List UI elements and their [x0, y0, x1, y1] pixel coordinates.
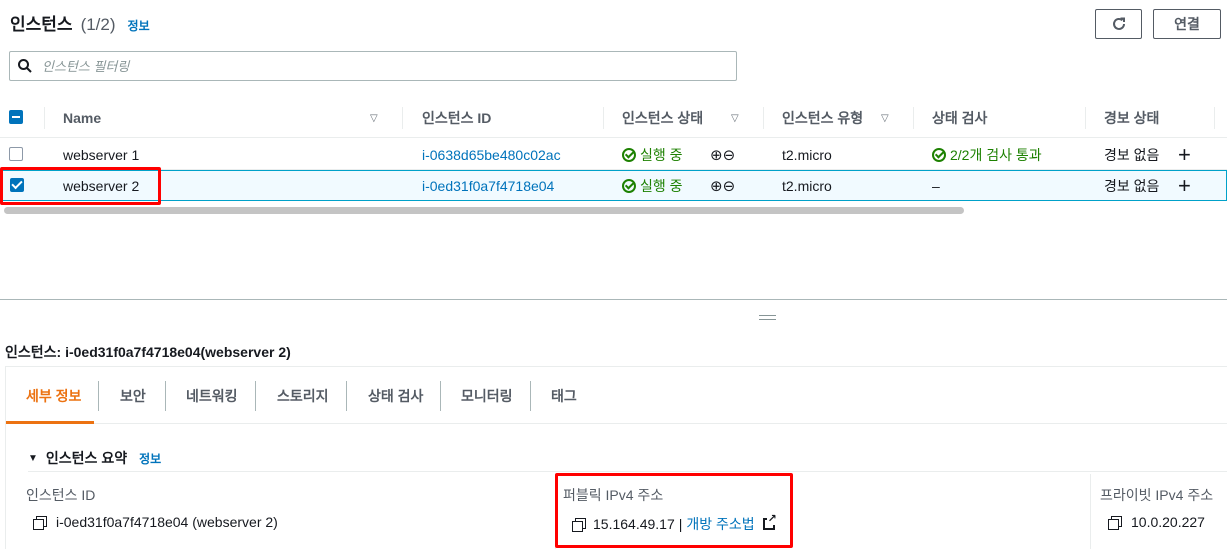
- instance-state-text: 실행 중: [640, 146, 683, 163]
- instances-panel: 인스턴스 (1/2) 정보 연결 Name ▽ 인스턴스 ID 인스턴스 상태 …: [0, 0, 1227, 300]
- table-row-selected[interactable]: webserver 2 i-0ed31f0a7f4718e04 실행 중 ⊕ ⊖ …: [0, 170, 1227, 201]
- copy-icon[interactable]: [33, 515, 47, 530]
- summary-divider: [28, 471, 1227, 472]
- refresh-icon: [1112, 17, 1125, 30]
- open-address-link[interactable]: 개방 주소법: [686, 514, 754, 534]
- column-divider: [1090, 474, 1091, 549]
- col-header-instance-type[interactable]: 인스턴스 유형: [782, 98, 863, 138]
- status-check-text: 2/2개 검사 통과: [950, 146, 1042, 163]
- public-ip-field: 15.164.49.17 | 개방 주소법: [572, 513, 777, 534]
- selection-count: (1/2): [80, 15, 116, 34]
- copy-icon[interactable]: [572, 517, 586, 532]
- tab-status-checks[interactable]: 상태 검사: [368, 381, 423, 411]
- alarm-status: 경보 없음: [1104, 177, 1160, 194]
- row-checkbox[interactable]: [10, 178, 24, 192]
- instance-id-link[interactable]: i-0638d65be480c02ac: [422, 139, 561, 170]
- info-link[interactable]: 정보: [128, 17, 150, 34]
- instance-name: webserver 2: [63, 177, 140, 194]
- column-divider: [402, 107, 403, 129]
- zoom-out-icon[interactable]: ⊖: [723, 177, 736, 195]
- tab-monitoring[interactable]: 모니터링: [461, 381, 513, 411]
- tab-details[interactable]: 세부 정보: [26, 381, 81, 411]
- col-header-instance-id[interactable]: 인스턴스 ID: [422, 98, 491, 138]
- horizontal-scrollbar[interactable]: [4, 207, 964, 214]
- add-alarm-icon[interactable]: +: [1178, 139, 1191, 170]
- row-checkbox[interactable]: [9, 147, 23, 161]
- public-ip-value: 15.164.49.17: [593, 516, 675, 532]
- tab-divider: [98, 381, 99, 411]
- public-ip-separator: |: [678, 516, 683, 532]
- status-check: 2/2개 검사 통과: [932, 139, 1042, 170]
- tab-security[interactable]: 보안: [120, 381, 146, 411]
- tab-divider: [440, 381, 441, 411]
- col-header-status-check[interactable]: 상태 검사: [932, 98, 987, 138]
- zoom-in-icon[interactable]: ⊕: [710, 177, 723, 195]
- column-divider: [913, 107, 914, 129]
- column-divider: [1214, 107, 1215, 129]
- column-divider: [1085, 107, 1086, 129]
- col-header-alarm-status[interactable]: 경보 상태: [1104, 98, 1159, 138]
- col-header-instance-state[interactable]: 인스턴스 상태: [622, 98, 703, 138]
- tab-divider: [346, 381, 347, 411]
- zoom-in-icon[interactable]: ⊕: [710, 146, 723, 164]
- check-circle-icon: [622, 178, 636, 193]
- instance-state: 실행 중: [622, 139, 683, 170]
- instance-id-label: 인스턴스 ID: [26, 487, 96, 503]
- private-ip-value: 10.0.20.227: [1131, 514, 1205, 530]
- column-divider: [603, 107, 604, 129]
- private-ip-field: 10.0.20.227: [1108, 514, 1205, 530]
- tab-divider: [165, 381, 166, 411]
- col-header-name[interactable]: Name: [63, 98, 101, 138]
- column-divider: [555, 474, 556, 549]
- refresh-button[interactable]: [1095, 9, 1142, 39]
- select-all-checkbox[interactable]: [9, 110, 23, 124]
- filter-box: [9, 51, 737, 81]
- private-ip-label: 프라이빗 IPv4 주소: [1100, 487, 1214, 503]
- search-icon: [18, 59, 32, 73]
- alarm-status: 경보 없음: [1104, 146, 1160, 163]
- summary-header[interactable]: ▼ 인스턴스 요약 정보: [28, 448, 161, 468]
- copy-icon[interactable]: [1108, 515, 1122, 530]
- tab-tags[interactable]: 태그: [551, 381, 577, 411]
- table-row[interactable]: webserver 1 i-0638d65be480c02ac 실행 중 ⊕ ⊖ …: [0, 139, 1227, 170]
- column-divider: [763, 107, 764, 129]
- connect-button[interactable]: 연결: [1153, 9, 1221, 39]
- resize-handle-icon[interactable]: [759, 315, 776, 320]
- summary-title: 인스턴스 요약: [45, 450, 128, 466]
- instance-type: t2.micro: [782, 146, 832, 163]
- instance-state-text: 실행 중: [640, 177, 683, 194]
- status-check: –: [932, 177, 940, 194]
- tab-networking[interactable]: 네트워킹: [186, 381, 238, 411]
- check-circle-icon: [932, 147, 946, 162]
- instance-id-link[interactable]: i-0ed31f0a7f4718e04: [422, 170, 554, 201]
- detail-tabs: 세부 정보 보안 네트워킹 스토리지 상태 검사 모니터링 태그: [6, 367, 1227, 424]
- zoom-controls: ⊕ ⊖: [710, 170, 735, 201]
- tab-divider: [530, 381, 531, 411]
- instance-id-field: i-0ed31f0a7f4718e04 (webserver 2): [33, 514, 278, 530]
- tab-divider: [255, 381, 256, 411]
- instance-state: 실행 중: [622, 170, 683, 201]
- summary-info-link[interactable]: 정보: [139, 450, 161, 467]
- check-circle-icon: [622, 147, 636, 162]
- collapse-triangle-icon[interactable]: ▼: [28, 453, 38, 464]
- table-header: Name ▽ 인스턴스 ID 인스턴스 상태 ▽ 인스턴스 유형 ▽ 상태 검사…: [0, 98, 1227, 138]
- instance-id-value: i-0ed31f0a7f4718e04 (webserver 2): [56, 514, 278, 530]
- zoom-out-icon[interactable]: ⊖: [723, 146, 736, 164]
- instances-header: 인스턴스 (1/2) 정보: [10, 10, 150, 35]
- filter-input[interactable]: [42, 58, 642, 74]
- instance-type: t2.micro: [782, 177, 832, 194]
- active-tab-indicator: [6, 421, 94, 424]
- column-divider: [44, 107, 45, 129]
- public-ip-label: 퍼블릭 IPv4 주소: [563, 487, 664, 503]
- external-link-icon[interactable]: [762, 513, 777, 530]
- instance-name: webserver 1: [63, 146, 140, 163]
- page-title: 인스턴스: [10, 15, 73, 34]
- detail-title: 인스턴스: i-0ed31f0a7f4718e04(webserver 2): [5, 344, 291, 360]
- tab-storage[interactable]: 스토리지: [277, 381, 329, 411]
- zoom-controls: ⊕ ⊖: [710, 139, 735, 170]
- add-alarm-icon[interactable]: +: [1178, 170, 1191, 201]
